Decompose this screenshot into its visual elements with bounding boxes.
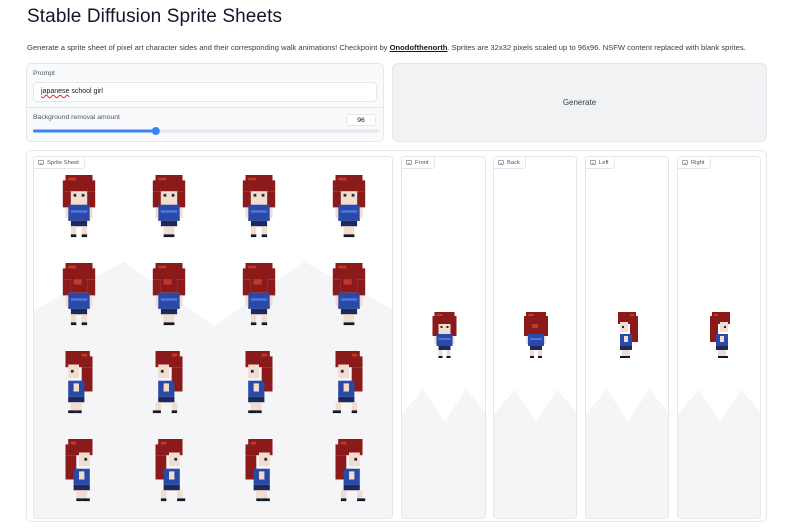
slider-thumb[interactable] [151, 127, 160, 135]
front-tag: Front [402, 157, 435, 169]
sprite-background [586, 389, 668, 518]
image-icon [406, 160, 412, 165]
back-tag: Back [494, 157, 526, 169]
prompt-value-rest: school girl [69, 88, 103, 95]
left-tag: Left [586, 157, 615, 169]
bg-removal-slider[interactable] [33, 126, 379, 136]
character-sprite [432, 312, 457, 358]
character-sprite [710, 312, 730, 358]
sprite-background [402, 389, 485, 518]
bg-removal-number-input[interactable]: 96 [346, 114, 376, 126]
description-text: Generate a sprite sheet of pixel art cha… [27, 43, 390, 52]
sprite-background [494, 389, 576, 518]
character-sprite [524, 312, 548, 358]
bg-removal-label: Background removal amount [33, 114, 120, 121]
character-sprite [242, 175, 276, 238]
slider-fill [33, 129, 156, 133]
right-sprite [678, 312, 760, 518]
back-sprite [494, 312, 576, 518]
page-description: Generate a sprite sheet of pixel art cha… [27, 43, 746, 52]
character-sprite [152, 175, 186, 238]
outputs-panel: Sprite Sheet Front Back Left Right [26, 150, 767, 522]
image-icon [38, 160, 44, 165]
checkpoint-author-link[interactable]: Onodofthenorth [390, 43, 448, 52]
generate-button[interactable]: Generate [392, 63, 767, 142]
character-sprite [618, 312, 638, 358]
divider [27, 107, 383, 108]
image-icon [498, 160, 504, 165]
description-text-tail: . Sprites are 32x32 pixels scaled up to … [447, 43, 746, 52]
front-output[interactable]: Front [401, 156, 486, 519]
page-title: Stable Diffusion Sprite Sheets [27, 6, 283, 27]
image-icon [682, 160, 688, 165]
prompt-value-word: japanese [41, 88, 70, 95]
character-sprite [62, 175, 96, 238]
character-sprite [332, 175, 366, 238]
left-sprite [586, 312, 668, 518]
front-sprite [402, 312, 485, 518]
sprite-background [678, 389, 760, 518]
left-output[interactable]: Left [585, 156, 669, 519]
right-output[interactable]: Right [677, 156, 761, 519]
prompt-input[interactable]: japanese school girl [33, 82, 377, 102]
image-icon [590, 160, 596, 165]
sprite-sheet-tag: Sprite Sheet [34, 157, 85, 169]
sprite-sheet-output[interactable]: Sprite Sheet [33, 156, 393, 519]
back-output[interactable]: Back [493, 156, 577, 519]
inputs-panel: Prompt japanese school girl Background r… [26, 63, 384, 142]
sprite-sheet-canvas [34, 175, 392, 518]
prompt-label: Prompt [33, 70, 55, 77]
right-tag: Right [678, 157, 711, 169]
